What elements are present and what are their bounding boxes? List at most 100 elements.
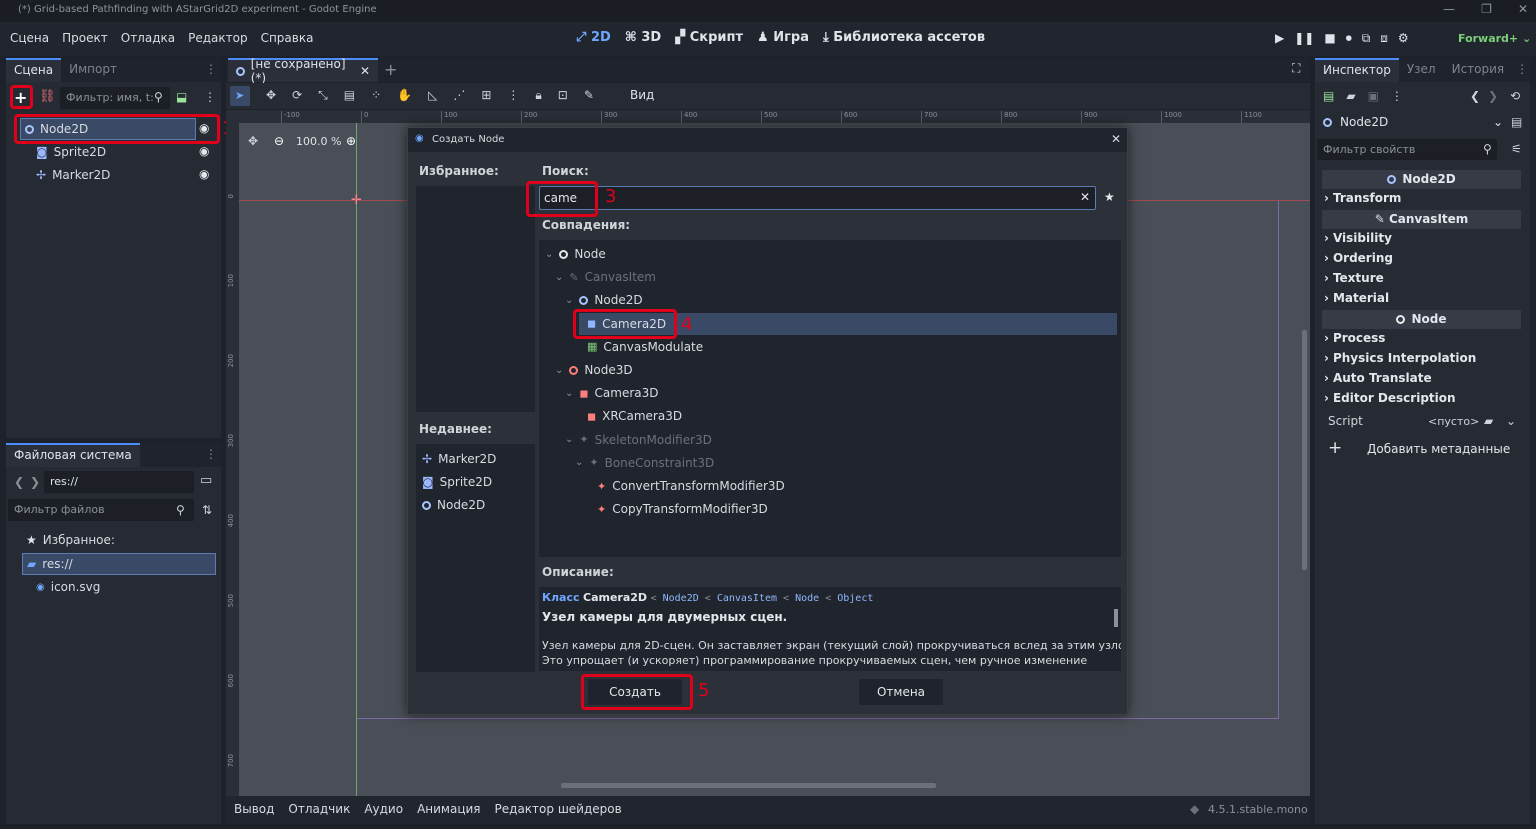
new-tab-icon[interactable]: +	[384, 60, 397, 79]
clear-icon[interactable]: ✕	[1080, 190, 1090, 204]
dock-menu-icon[interactable]: ⋮	[201, 58, 221, 82]
fs-file-row[interactable]: ◉ icon.svg	[36, 576, 100, 598]
center-view-icon[interactable]: ✥	[248, 134, 258, 148]
zoom-out-icon[interactable]: ⊖	[274, 134, 284, 148]
toolbar-tool-icon-9[interactable]: ⋮	[507, 88, 519, 103]
history-forward-icon[interactable]: ❯	[1488, 89, 1498, 103]
object-properties-icon[interactable]: ▤	[1511, 115, 1522, 129]
favorites-list[interactable]	[416, 186, 535, 412]
inheritance-class[interactable]: Node2D	[663, 593, 699, 604]
scene-node-sprite2d[interactable]: ◙ Sprite2D	[32, 141, 196, 163]
play-control-icon-5[interactable]: ⧈	[1380, 31, 1388, 46]
inspected-node-select[interactable]: Node2D ⌄	[1317, 111, 1503, 133]
close-tab-icon[interactable]: ✕	[360, 64, 370, 78]
scene-tab[interactable]: [не сохранено](*) ✕	[228, 57, 378, 85]
match-canvasmodulate[interactable]: ▦ CanvasModulate	[587, 336, 703, 358]
inspector-section-physics-interpolation[interactable]: › Physics Interpolation	[1320, 351, 1520, 371]
fs-path-input[interactable]: res://	[44, 471, 194, 493]
mode-button-4[interactable]: ⤓ Библиотека ассетов	[823, 30, 985, 45]
scene-menu-icon[interactable]: ⋮	[204, 90, 216, 104]
renderer-select[interactable]: Forward+ ⌄	[1458, 32, 1531, 45]
match-skeletonmodifier3d[interactable]: ⌄ ✦ SkeletonModifier3D	[565, 429, 712, 451]
recent-item-marker2d[interactable]: ✢ Marker2D	[422, 448, 496, 470]
menu-4[interactable]: Справка	[261, 31, 314, 45]
close-icon[interactable]: ✕	[1518, 2, 1528, 16]
tab-import[interactable]: Импорт	[61, 58, 125, 82]
filter-settings-icon[interactable]: ⚟	[1511, 142, 1522, 156]
recent-item-sprite2d[interactable]: ◙ Sprite2D	[422, 471, 492, 493]
maximize-icon[interactable]: ❐	[1481, 2, 1492, 16]
fullscreen-icon[interactable]: ⛶	[1292, 61, 1300, 76]
play-control-icon-1[interactable]: ❚❚	[1294, 31, 1314, 46]
chevron-down-icon[interactable]: ⌄	[575, 457, 583, 468]
recent-item-node2d[interactable]: Node2D	[422, 494, 485, 516]
inheritance-class[interactable]: Object	[837, 593, 873, 604]
play-control-icon-2[interactable]: ■	[1324, 31, 1335, 46]
bottom-tab-4[interactable]: Редактор шейдеров	[495, 802, 622, 816]
menu-2[interactable]: Отладка	[121, 31, 175, 45]
more-icon[interactable]: ⋮	[1391, 89, 1403, 103]
mode-button-1[interactable]: ⌘ 3D	[625, 30, 661, 45]
inspector-section-editor-description[interactable]: › Editor Description	[1320, 391, 1520, 411]
script-value[interactable]: <пусто>	[1428, 415, 1479, 428]
inheritance-class[interactable]: CanvasItem	[717, 593, 777, 604]
cancel-button[interactable]: Отмена	[859, 679, 943, 705]
split-view-icon[interactable]: ▭	[200, 473, 212, 488]
description-scrollbar[interactable]	[1114, 609, 1118, 627]
scene-node-marker2d[interactable]: ✢ Marker2D	[32, 164, 196, 186]
history-back-icon[interactable]: ❮	[1470, 89, 1480, 103]
inspector-section-visibility[interactable]: › Visibility	[1320, 231, 1520, 251]
match-canvasitem[interactable]: ⌄ ✎ CanvasItem	[555, 266, 656, 288]
inspector-menu-icon[interactable]: ⋮	[1512, 58, 1532, 82]
toolbar-tool-icon-1[interactable]: ⟳	[292, 88, 302, 103]
match-xrcamera3d[interactable]: ◼ XRCamera3D	[587, 405, 682, 427]
new-resource-icon[interactable]: ▤	[1323, 89, 1334, 103]
favorite-star-icon[interactable]: ★	[1104, 190, 1115, 204]
search-input[interactable]: came ✕	[539, 186, 1096, 210]
mode-button-2[interactable]: ▞ Скрипт	[675, 30, 743, 45]
fs-root-row[interactable]: ▰ res://	[22, 553, 216, 575]
toolbar-tool-icon-4[interactable]: ⁘	[371, 88, 381, 103]
menu-1[interactable]: Проект	[62, 31, 108, 45]
bottom-tab-3[interactable]: Анимация	[417, 802, 480, 816]
bottom-tab-2[interactable]: Аудио	[364, 802, 403, 816]
add-metadata-button[interactable]: + Добавить метаданные	[1322, 438, 1521, 461]
fs-filter-input[interactable]: Фильтр файлов	[8, 499, 194, 521]
back-icon[interactable]: ❮	[14, 475, 24, 489]
sort-icon[interactable]: ⇅	[202, 503, 212, 517]
match-boneconstraint3d[interactable]: ⌄ ✦ BoneConstraint3D	[575, 452, 714, 474]
inheritance-class[interactable]: Node	[795, 593, 819, 604]
toolbar-tool-icon-2[interactable]: ⤡	[318, 88, 328, 103]
chevron-down-icon[interactable]: ⌄	[565, 434, 573, 445]
chevron-down-icon[interactable]: ⌄	[545, 249, 553, 260]
toolbar-tool-icon-3[interactable]: ▤	[344, 88, 355, 103]
horizontal-scrollbar[interactable]	[561, 783, 936, 788]
fs-menu-icon[interactable]: ⋮	[201, 443, 221, 467]
match-copytransformmodifier3d[interactable]: ✦ CopyTransformModifier3D	[597, 498, 768, 520]
bottom-tab-1[interactable]: Отладчик	[288, 802, 350, 816]
forward-icon[interactable]: ❯	[30, 475, 40, 489]
load-icon[interactable]: ▰	[1484, 414, 1493, 428]
property-filter-input[interactable]: Фильтр свойств	[1317, 139, 1497, 160]
inspector-section-auto-translate[interactable]: › Auto Translate	[1320, 371, 1520, 391]
menu-0[interactable]: Сцена	[10, 31, 49, 45]
match-converttransformmodifier3d[interactable]: ✦ ConvertTransformModifier3D	[597, 475, 785, 497]
toolbar-tool-icon-8[interactable]: ⊞	[481, 88, 491, 103]
toolbar-tool-icon-10[interactable]: 🔒︎	[535, 88, 541, 103]
tab-node[interactable]: Узел	[1399, 58, 1444, 82]
tab-scene[interactable]: Сцена	[6, 58, 62, 82]
chevron-down-icon[interactable]: ⌄	[555, 272, 563, 283]
history-icon[interactable]: ⟲	[1510, 89, 1520, 103]
chevron-down-icon[interactable]: ⌄	[565, 388, 573, 399]
bottom-tab-0[interactable]: Вывод	[234, 802, 274, 816]
play-control-icon-0[interactable]: ▶	[1275, 31, 1284, 46]
play-control-icon-4[interactable]: ⧉	[1362, 31, 1371, 46]
toolbar-tool-icon-0[interactable]: ✥	[266, 88, 276, 103]
link-icon[interactable]: ⛓	[39, 89, 56, 104]
match-camera3d[interactable]: ⌄ ◼ Camera3D	[565, 382, 659, 404]
inspector-section-process[interactable]: › Process	[1320, 331, 1520, 351]
chevron-down-icon[interactable]: ⌄	[555, 365, 563, 376]
inspector-section-ordering[interactable]: › Ordering	[1320, 251, 1520, 271]
mode-button-3[interactable]: ♟ Игра	[757, 30, 809, 45]
mode-button-0[interactable]: ⤢ 2D	[576, 30, 611, 45]
